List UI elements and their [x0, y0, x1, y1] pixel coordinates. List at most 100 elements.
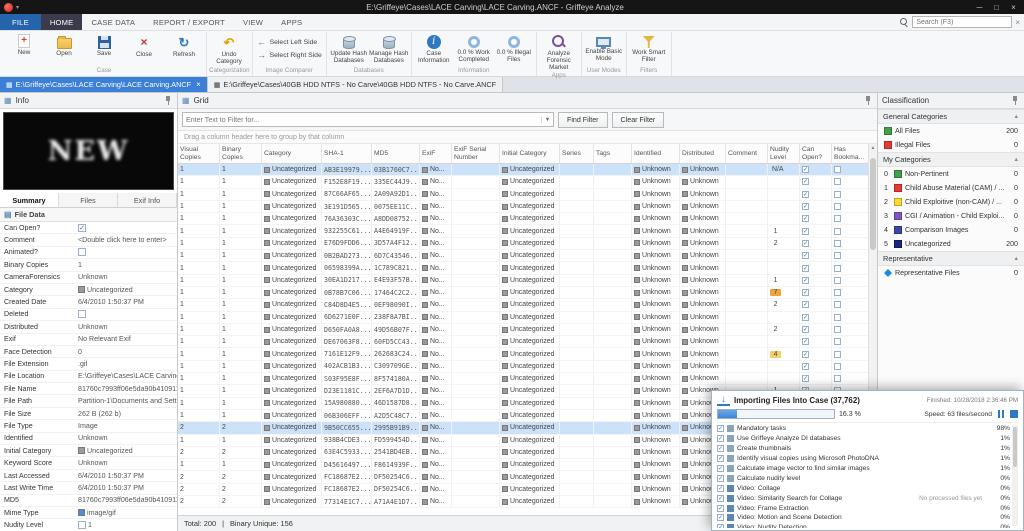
checkbox[interactable] [802, 301, 809, 309]
checkbox[interactable] [802, 166, 809, 174]
checkbox[interactable] [802, 338, 809, 346]
checkbox[interactable] [834, 203, 841, 211]
scroll-up-icon[interactable]: ▲ [869, 145, 877, 151]
checkbox[interactable] [802, 313, 809, 321]
search-input[interactable] [912, 16, 1013, 28]
column-header-binary-copies[interactable]: Binary Copies [220, 144, 262, 163]
grid-filter-input[interactable] [183, 113, 541, 126]
property-value[interactable]: 262 B (262 b) [78, 410, 121, 418]
table-row[interactable]: 1 1 Uncategorized 76A36303C... A8DD08752... N… [178, 213, 868, 226]
task-checkbox[interactable] [717, 465, 724, 472]
app-logo-icon[interactable] [4, 2, 13, 12]
save-button[interactable]: Save [84, 32, 124, 57]
checkbox[interactable] [834, 178, 841, 186]
property-value[interactable]: Partition-1\Documents and Settings\Admin… [78, 397, 177, 405]
stop-button[interactable] [1010, 410, 1018, 418]
property-value[interactable]: .gif [78, 360, 87, 368]
table-row[interactable]: 1 1 Uncategorized 30EA1D217... E4E93F57B... N… [178, 274, 868, 287]
select-left-side-button[interactable]: ← Select Left Side [255, 38, 320, 48]
property-value[interactable]: image/gif [78, 509, 116, 517]
property-value[interactable]: 6/4/2010 1:50:37 PM [78, 472, 144, 480]
quick-access-dropdown-icon[interactable]: ▾ [16, 4, 19, 11]
property-value[interactable]: Uncategorized [78, 286, 133, 294]
column-header-category[interactable]: Category [262, 144, 322, 163]
checkbox[interactable] [802, 215, 809, 223]
preview-image[interactable]: NEW [3, 112, 174, 190]
section-header-my-categories[interactable]: My Categories ▲ [878, 152, 1024, 167]
checkbox[interactable] [834, 313, 841, 321]
section-header-general-categories[interactable]: General Categories ▲ [878, 109, 1024, 124]
column-header-distributed[interactable]: Distributed [680, 144, 726, 163]
checkbox[interactable] [78, 248, 86, 257]
task-checkbox[interactable] [717, 484, 724, 492]
column-header-tags[interactable]: Tags [594, 144, 632, 163]
task-checkbox[interactable] [717, 524, 724, 528]
scrollbar-thumb[interactable] [870, 158, 876, 250]
property-value[interactable]: Image [78, 422, 98, 430]
checkbox[interactable] [834, 289, 841, 297]
category-item-cgi-animation-child-exploi[interactable]: 3 CGI / Animation - Child Exploi... 0 [878, 209, 1024, 223]
maximize-button[interactable]: □ [988, 3, 1005, 12]
close-button[interactable]: × Close [124, 32, 164, 58]
refresh-button[interactable]: ↻ Refresh [164, 32, 204, 59]
column-header-nudity-level[interactable]: Nudity Level [768, 144, 800, 163]
category-item-comparison-images[interactable]: 4 Comparison Images 0 [878, 223, 1024, 237]
checkbox[interactable] [78, 521, 86, 530]
table-row[interactable]: 1 1 Uncategorized DE67063F8... 60FD5CC43... N… [178, 336, 868, 349]
category-item-non-pertinent[interactable]: 0 Non-Pertinent 0 [878, 167, 1024, 181]
table-row[interactable]: 1 1 Uncategorized F152E8F19... 335EC44J9... N… [178, 176, 868, 189]
category-item-child-abuse-material-cam[interactable]: 1 Child Abuse Material (CAM) / ... 0 [878, 181, 1024, 195]
column-header-can-open[interactable]: Can Open? [800, 144, 832, 163]
column-header-visual-copies[interactable]: Visual Copies [178, 144, 220, 163]
checkbox[interactable] [802, 276, 809, 284]
property-value[interactable]: <Double click here to enter> [78, 236, 167, 244]
pin-icon[interactable] [163, 95, 173, 106]
update-hash-databases-button[interactable]: Update Hash Databases [329, 32, 369, 64]
table-row[interactable]: 1 1 Uncategorized 3E191D565... 0075EE11C... N… [178, 200, 868, 214]
enable-basic-mode-button[interactable]: Enable Basic Mode [584, 32, 624, 62]
section-header-representative[interactable]: Representative ▲ [878, 251, 1024, 266]
work-smart-filter-button[interactable]: Work Smart Filter [629, 32, 669, 63]
checkbox[interactable] [834, 326, 841, 333]
checkbox[interactable] [802, 264, 809, 272]
ribbon-tab-report-export[interactable]: REPORT / EXPORT [144, 14, 234, 30]
category-item-child-exploitive-non-cam[interactable]: 2 Child Exploitive (non-CAM) / ... 0 [878, 195, 1024, 209]
analyze-forensic-market-button[interactable]: Analyze Forensic Market [539, 32, 579, 71]
ribbon-tab-home[interactable]: HOME [40, 14, 83, 30]
property-value[interactable]: Unknown [78, 323, 108, 331]
column-header-has-bookma[interactable]: Has Bookma... [832, 144, 868, 163]
property-value[interactable]: 1 [78, 261, 82, 269]
tab-close-icon[interactable]: × [196, 80, 201, 89]
tab-files[interactable]: Files [59, 193, 118, 207]
table-row[interactable]: 1 1 Uncategorized 932255C61... A4E64919F... N… [178, 225, 868, 238]
column-header-sha-1[interactable]: SHA-1 [322, 144, 372, 163]
ribbon-tab-view[interactable]: VIEW [234, 14, 272, 30]
table-row[interactable]: 1 1 Uncategorized 7161E12F9... 262683C24... N… [178, 348, 868, 361]
checkbox[interactable] [802, 239, 809, 247]
table-row[interactable]: 1 1 Uncategorized AB3E19979... 03B1760C7... N… [178, 164, 868, 177]
property-value[interactable]: E:\Griffeye\Cases\LACE Carving\Carved\1.… [78, 372, 177, 380]
property-value[interactable]: Unknown [78, 459, 108, 467]
property-value[interactable]: 6/4/2010 1:50:37 PM [78, 484, 144, 492]
tab-summary[interactable]: Summary [0, 193, 59, 207]
checkbox[interactable] [834, 276, 841, 284]
checkbox[interactable] [834, 252, 841, 260]
checkbox[interactable] [802, 190, 809, 198]
pause-button[interactable] [996, 409, 1006, 419]
checkbox[interactable] [834, 227, 841, 235]
checkbox[interactable] [834, 375, 841, 383]
property-value[interactable]: No Relevant Exif [78, 335, 131, 343]
table-row[interactable]: 1 1 Uncategorized C84D8D4E5... 0EF98090I... N… [178, 299, 868, 312]
checkbox[interactable] [834, 338, 841, 346]
0-0-illegal-files-button[interactable]: 0.0 % Illegal Files [494, 32, 534, 63]
open-button[interactable]: Open [44, 32, 84, 57]
close-button[interactable]: × [1005, 3, 1022, 12]
checkbox[interactable] [802, 350, 809, 358]
table-row[interactable]: 1 1 Uncategorized 87C66AF65... 2A09A92D1... N… [178, 188, 868, 201]
column-header-exif-serial-number[interactable]: ExiF Serial Number [452, 144, 500, 163]
checkbox[interactable] [834, 350, 841, 358]
task-checkbox[interactable] [717, 474, 724, 482]
case-information-button[interactable]: i Case Information [414, 32, 454, 64]
clear-filter-button[interactable]: Clear Filter [611, 111, 665, 128]
property-value[interactable]: Unknown [78, 434, 108, 442]
